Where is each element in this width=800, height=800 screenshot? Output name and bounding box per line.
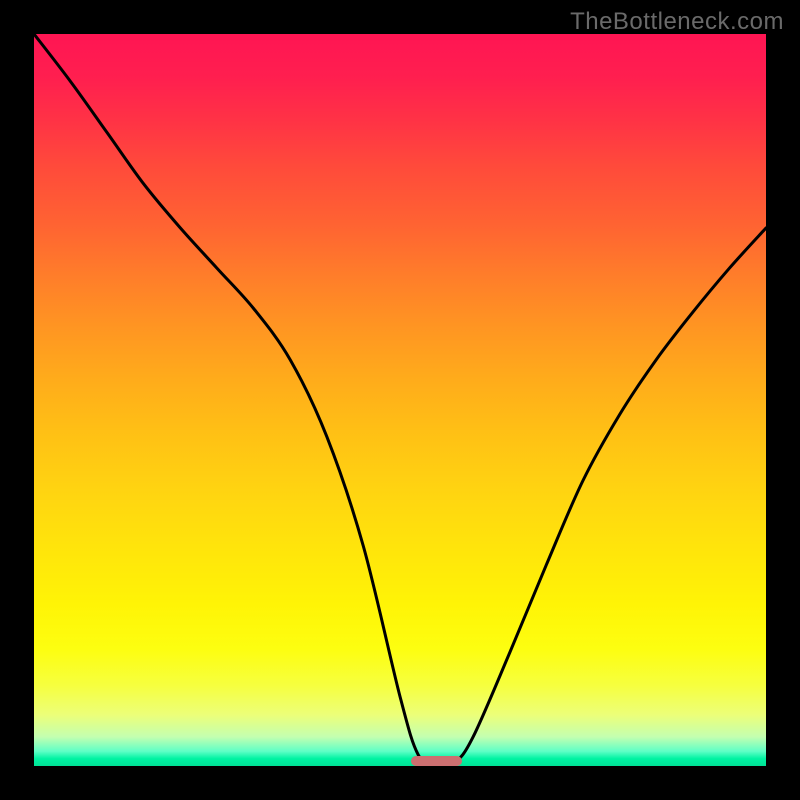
bottleneck-curve [34, 34, 766, 766]
watermark-label: TheBottleneck.com [570, 8, 784, 36]
plot-area [34, 34, 766, 766]
optimal-marker [411, 756, 462, 766]
curve-path [34, 34, 766, 766]
chart-frame: TheBottleneck.com [0, 0, 800, 800]
